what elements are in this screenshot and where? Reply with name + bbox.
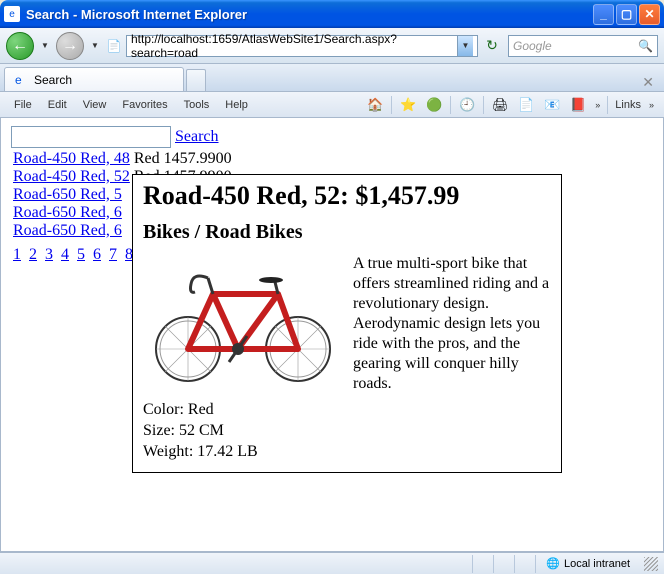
toolbar-overflow[interactable]: » bbox=[595, 100, 600, 110]
close-button[interactable]: ✕ bbox=[639, 4, 660, 25]
menu-view[interactable]: View bbox=[75, 99, 115, 111]
result-color: Red bbox=[132, 150, 162, 168]
history-icon[interactable]: 🕘 bbox=[457, 95, 477, 115]
forward-dropdown[interactable]: ▼ bbox=[90, 32, 100, 60]
page-tool-icon[interactable]: 📄 bbox=[516, 95, 536, 115]
zone-icon: 🌐 bbox=[546, 557, 560, 571]
resize-grip[interactable] bbox=[644, 557, 658, 571]
address-url: http://localhost:1659/AtlasWebSite1/Sear… bbox=[131, 32, 457, 60]
page-content: Search Road-450 Red, 48Red1457.9900 Road… bbox=[0, 118, 664, 552]
window-titlebar: e Search - Microsoft Internet Explorer _… bbox=[0, 0, 664, 28]
page-link[interactable]: 4 bbox=[61, 246, 69, 263]
page-icon: 📄 bbox=[106, 38, 122, 54]
ie-icon: e bbox=[15, 73, 29, 87]
result-link[interactable]: Road-450 Red, 48 bbox=[13, 150, 130, 167]
back-dropdown[interactable]: ▼ bbox=[40, 32, 50, 60]
new-tab-button[interactable] bbox=[186, 69, 206, 91]
page-link[interactable]: 1 bbox=[13, 246, 21, 263]
address-bar[interactable]: http://localhost:1659/AtlasWebSite1/Sear… bbox=[126, 35, 478, 57]
detail-specs: Color: Red Size: 52 CM Weight: 17.42 LB bbox=[143, 400, 551, 462]
browser-search-input[interactable]: Google 🔍 bbox=[508, 35, 658, 57]
product-detail-popup: Road-450 Red, 52: $1,457.99 Bikes / Road… bbox=[132, 174, 562, 473]
tab-bar: e Search ✕ bbox=[0, 64, 664, 92]
page-link[interactable]: 6 bbox=[93, 246, 101, 263]
nav-toolbar: ← ▼ → ▼ 📄 http://localhost:1659/AtlasWeb… bbox=[0, 28, 664, 64]
favorites-icon[interactable]: ⭐ bbox=[398, 95, 418, 115]
address-dropdown[interactable]: ▼ bbox=[457, 36, 473, 56]
home-icon[interactable]: 🏠 bbox=[365, 95, 385, 115]
product-image bbox=[143, 254, 343, 384]
refresh-button[interactable]: ↻ bbox=[482, 36, 502, 56]
feeds-icon[interactable]: 🟢 bbox=[424, 95, 444, 115]
tab-close-button[interactable]: ✕ bbox=[636, 74, 660, 91]
minimize-button[interactable]: _ bbox=[593, 4, 614, 25]
back-button[interactable]: ← bbox=[6, 32, 34, 60]
result-price: 1457.9900 bbox=[162, 150, 234, 168]
menu-tools[interactable]: Tools bbox=[176, 99, 218, 111]
links-button[interactable]: Links bbox=[611, 99, 645, 111]
research-icon[interactable]: 📕 bbox=[568, 95, 588, 115]
app-icon: e bbox=[4, 6, 20, 22]
table-row: Road-450 Red, 48Red1457.9900 bbox=[11, 150, 234, 168]
detail-description: A true multi-sport bike that offers stre… bbox=[353, 254, 551, 394]
menu-edit[interactable]: Edit bbox=[40, 99, 75, 111]
result-link[interactable]: Road-650 Red, 6 bbox=[13, 204, 122, 221]
detail-title: Road-450 Red, 52: $1,457.99 bbox=[143, 181, 551, 211]
forward-button[interactable]: → bbox=[56, 32, 84, 60]
detail-category: Bikes / Road Bikes bbox=[143, 221, 551, 244]
spec-size: 52 CM bbox=[179, 422, 224, 439]
spec-color: Red bbox=[188, 401, 214, 418]
security-zone: 🌐 Local intranet bbox=[535, 555, 640, 573]
print-icon[interactable]: 🖨 bbox=[490, 95, 510, 115]
page-link[interactable]: 7 bbox=[109, 246, 117, 263]
search-input[interactable] bbox=[11, 126, 171, 148]
zone-label: Local intranet bbox=[564, 558, 630, 570]
search-placeholder: Google bbox=[513, 39, 552, 53]
result-link[interactable]: Road-650 Red, 5 bbox=[13, 186, 122, 203]
search-icon[interactable]: 🔍 bbox=[638, 39, 653, 53]
page-link[interactable]: 2 bbox=[29, 246, 37, 263]
menu-favorites[interactable]: Favorites bbox=[114, 99, 175, 111]
window-title: Search - Microsoft Internet Explorer bbox=[26, 7, 593, 22]
maximize-button[interactable]: ▢ bbox=[616, 4, 637, 25]
links-overflow[interactable]: » bbox=[649, 100, 654, 110]
status-message bbox=[6, 555, 472, 573]
page-link[interactable]: 5 bbox=[77, 246, 85, 263]
tab-title: Search bbox=[34, 73, 72, 87]
menu-help[interactable]: Help bbox=[217, 99, 256, 111]
spec-weight: 17.42 LB bbox=[197, 443, 257, 460]
page-link[interactable]: 3 bbox=[45, 246, 53, 263]
search-link[interactable]: Search bbox=[175, 128, 219, 146]
status-bar: 🌐 Local intranet bbox=[0, 552, 664, 574]
menu-bar: File Edit View Favorites Tools Help 🏠 ⭐ … bbox=[0, 92, 664, 118]
mail-icon[interactable]: 📧 bbox=[542, 95, 562, 115]
menu-file[interactable]: File bbox=[6, 99, 40, 111]
tab-search[interactable]: e Search bbox=[4, 67, 184, 91]
result-link[interactable]: Road-650 Red, 6 bbox=[13, 222, 122, 239]
result-link[interactable]: Road-450 Red, 52 bbox=[13, 168, 130, 185]
